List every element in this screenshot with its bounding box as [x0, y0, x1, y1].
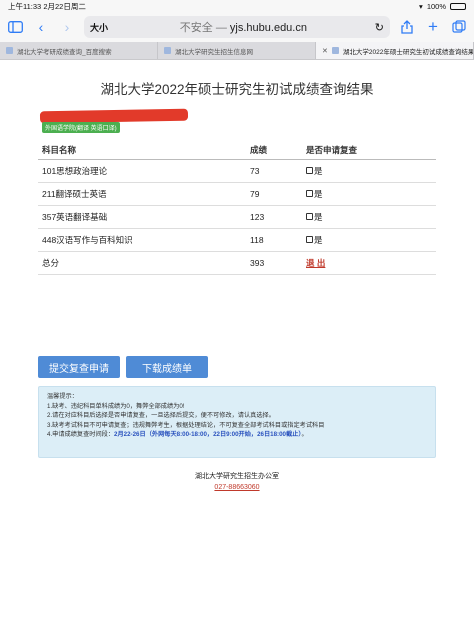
recheck-cell: 是: [306, 182, 436, 206]
subject-cell: 211翻译硕士英语: [38, 182, 250, 206]
notice-line: 2.请在对应科目后选择是否申请复查，一旦选择后提交，便不可修改，请认真选择。: [47, 412, 275, 419]
reload-icon[interactable]: ↻: [375, 21, 384, 34]
browser-toolbar: ‹ › 大小 不安全 — yjs.hubu.edu.cn ↻ +: [0, 12, 474, 42]
subject-cell: 101思想政治理论: [38, 159, 250, 183]
score-table: 科目名称 成绩 是否申请复查 101思想政治理论 73 是 211翻译硕士英语 …: [38, 141, 436, 275]
header-subject: 科目名称: [38, 141, 250, 160]
share-icon[interactable]: [398, 18, 416, 36]
download-transcript-button[interactable]: 下载成绩单: [126, 356, 208, 378]
table-row: 211翻译硕士英语 79 是: [38, 182, 436, 206]
status-date: 2月22日周二: [43, 1, 86, 11]
subject-cell: 357英语翻译基础: [38, 205, 250, 229]
checkbox-label: 是: [314, 165, 323, 176]
back-icon[interactable]: ‹: [32, 18, 50, 36]
tab-admissions-site[interactable]: 湖北大学研究生招生信息网: [158, 42, 316, 59]
recheck-checkbox[interactable]: 是: [306, 211, 323, 223]
battery-percent: 100%: [426, 1, 446, 11]
close-tab-icon[interactable]: ✕: [322, 47, 328, 55]
logout-cell: 退 出: [306, 251, 436, 275]
footer-office: 湖北大学研究生招生办公室: [195, 473, 279, 480]
checkbox-label: 是: [314, 188, 323, 199]
page-title: 湖北大学2022年硕士研究生初试成绩查询结果: [100, 82, 374, 97]
sidebar-toggle-icon[interactable]: [6, 18, 24, 36]
text-size-button[interactable]: 大小: [90, 21, 112, 34]
table-header-row: 科目名称 成绩 是否申请复查: [38, 141, 436, 160]
table-row: 357英语翻译基础 123 是: [38, 205, 436, 229]
recheck-period: 2月22-26日（外网每天8:00-18:00，22日9:00开始，26日18:…: [114, 431, 302, 438]
footer-phone[interactable]: 027-88663060: [0, 482, 474, 493]
score-cell: 73: [250, 159, 306, 183]
tab-label: 湖北大学研究生招生信息网: [175, 48, 253, 56]
score-cell: 118: [250, 228, 306, 252]
notice-line: 4.申请成绩复查时间段：2月22-26日（外网每天8:00-18:00，22日9…: [47, 430, 427, 440]
notice-title: 温馨提示：: [47, 393, 78, 400]
recheck-checkbox[interactable]: 是: [306, 234, 323, 246]
status-time: 上午11:33: [8, 1, 42, 11]
tab-bar: 湖北大学考研成绩查询_百度搜索 湖北大学研究生招生信息网 ✕ 湖北大学2022年…: [0, 42, 474, 60]
table-row: 448汉语写作与百科知识 118 是: [38, 228, 436, 252]
insecure-label: 不安全 —: [179, 22, 227, 34]
wifi-icon: ▾: [419, 1, 423, 11]
footer: 湖北大学研究生招生办公室 027-88663060: [0, 471, 474, 493]
score-cell: 79: [250, 182, 306, 206]
battery-icon: [450, 2, 466, 10]
logout-link[interactable]: 退 出: [306, 258, 325, 268]
checkbox-icon[interactable]: [306, 236, 313, 243]
favicon-icon: [164, 47, 171, 54]
recheck-checkbox[interactable]: 是: [306, 165, 323, 177]
tab-label: 湖北大学考研成绩查询_百度搜索: [17, 48, 112, 56]
notice-line-prefix: 4.申请成绩复查时间段：: [47, 431, 115, 438]
subject-cell: 448汉语写作与百科知识: [38, 228, 250, 252]
notice-line-suffix: 。: [301, 431, 308, 438]
table-row: 101思想政治理论 73 是: [38, 159, 436, 183]
checkbox-label: 是: [314, 211, 323, 222]
score-cell: 123: [250, 205, 306, 229]
total-row: 总分 393 退 出: [38, 251, 436, 275]
header-recheck: 是否申请复查: [306, 141, 436, 160]
action-buttons: 提交复查申请 下载成绩单: [38, 356, 208, 378]
notice-line: 3.缺考考试科目不可申请复查；违规舞弊考生，根据处理结论，不可复查全部考试科目或…: [47, 421, 325, 429]
tab-overview-icon[interactable]: [450, 18, 468, 36]
status-right: ▾ 100%: [419, 2, 466, 11]
header-score: 成绩: [250, 141, 306, 160]
favicon-icon: [331, 47, 339, 54]
total-label: 总分: [38, 251, 250, 275]
tab-baidu-search[interactable]: 湖北大学考研成绩查询_百度搜索: [0, 42, 158, 59]
checkbox-icon[interactable]: [306, 190, 313, 197]
submit-recheck-button[interactable]: 提交复查申请: [38, 356, 120, 378]
notice-box: 温馨提示： 1.缺考、违纪科目单科成绩为0，舞弊全部成绩为0! 2.请在对应科目…: [38, 386, 436, 458]
tab-label: 湖北大学2022年硕士研究生初试成绩查询结果: [342, 48, 474, 56]
department-badge: 外国语学院(翻译 英语口译): [42, 122, 120, 133]
forward-icon[interactable]: ›: [58, 18, 76, 36]
recheck-checkbox[interactable]: 是: [306, 188, 323, 200]
notice-line: 1.缺考、违纪科目单科成绩为0，舞弊全部成绩为0!: [47, 402, 185, 410]
recheck-cell: 是: [306, 205, 436, 229]
favicon-icon: [6, 47, 13, 54]
url-domain: yjs.hubu.edu.cn: [229, 22, 307, 34]
checkbox-label: 是: [314, 234, 323, 245]
checkbox-icon[interactable]: [306, 167, 313, 174]
address-bar[interactable]: 大小 不安全 — yjs.hubu.edu.cn ↻: [84, 16, 390, 38]
checkbox-icon[interactable]: [306, 213, 313, 220]
status-bar: 上午11:33 2月22日周二 ▾ 100%: [0, 0, 474, 12]
recheck-cell: 是: [306, 159, 436, 183]
status-left: 上午11:33 2月22日周二: [8, 1, 86, 12]
total-score: 393: [250, 251, 306, 275]
tab-score-results[interactable]: ✕ 湖北大学2022年硕士研究生初试成绩查询结果: [316, 42, 474, 59]
new-tab-icon[interactable]: +: [424, 17, 442, 36]
recheck-cell: 是: [306, 228, 436, 252]
url-display[interactable]: 不安全 — yjs.hubu.edu.cn: [112, 19, 375, 35]
